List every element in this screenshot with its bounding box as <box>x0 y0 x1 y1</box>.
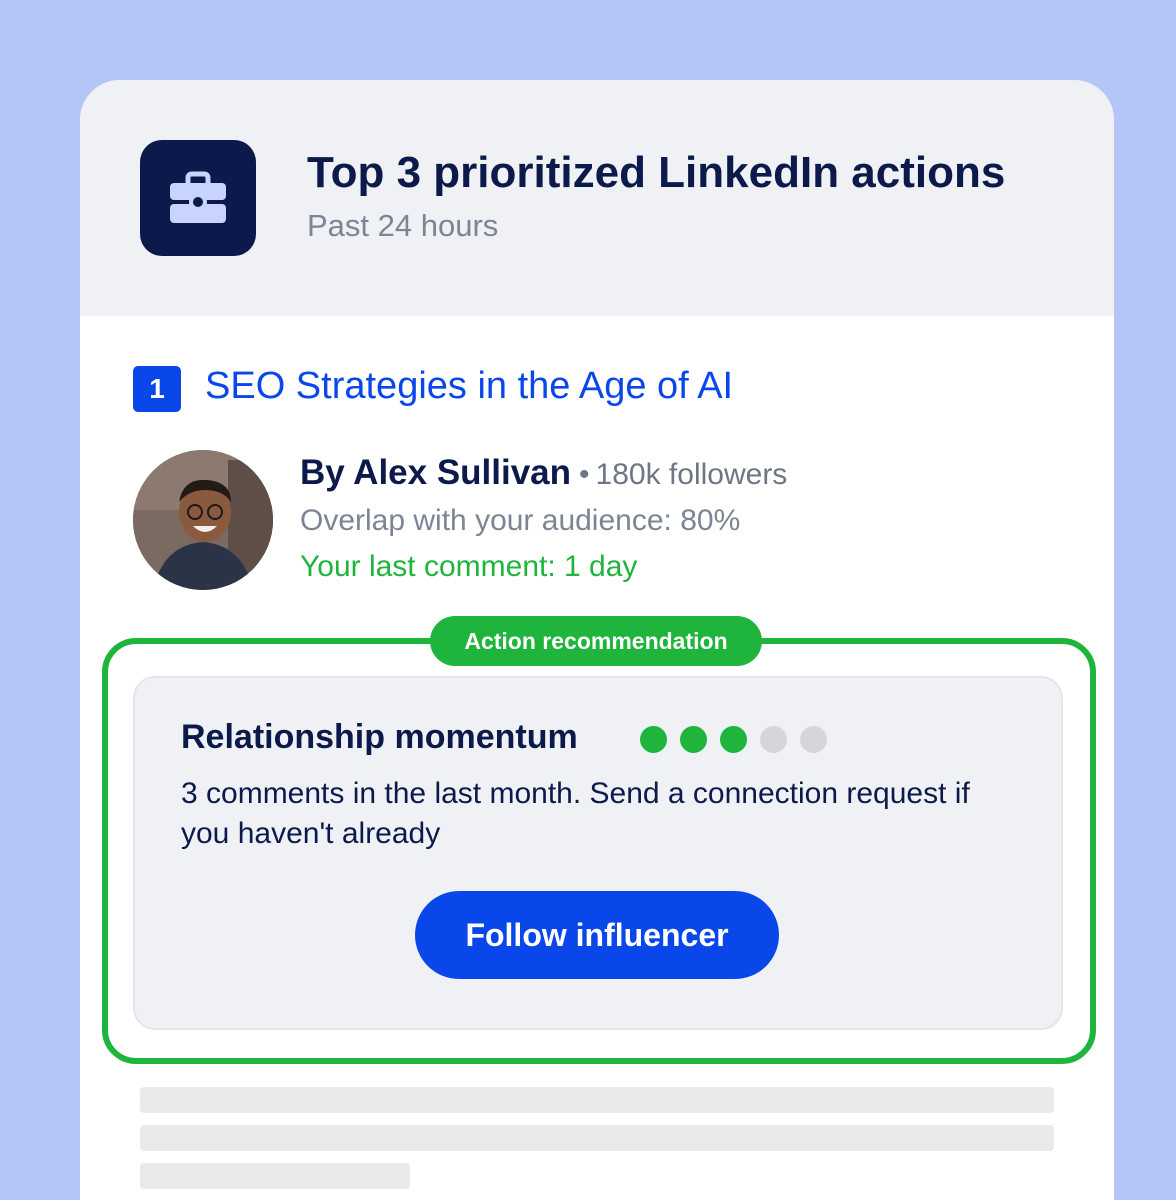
placeholder-line <box>140 1125 1054 1151</box>
separator-dot: • <box>579 458 590 491</box>
time-range-subtitle: Past 24 hours <box>307 208 499 243</box>
follower-count: 180k followers <box>595 458 788 491</box>
last-comment: Your last comment: 1 day <box>300 550 638 583</box>
placeholder-line <box>140 1163 410 1189</box>
action-recommendation-label: Action recommendation <box>430 616 762 666</box>
author-line: By Alex Sullivan • 180k followers <box>300 453 787 493</box>
briefcase-icon <box>140 140 256 256</box>
post-title-link[interactable]: SEO Strategies in the Age of AI <box>205 365 733 408</box>
momentum-dot-filled <box>640 726 667 753</box>
follow-influencer-button[interactable]: Follow influencer <box>415 891 779 979</box>
card-title: Top 3 prioritized LinkedIn actions <box>307 148 1006 197</box>
momentum-dot-empty <box>800 726 827 753</box>
audience-overlap: Overlap with your audience: 80% <box>300 504 741 537</box>
momentum-dot-empty <box>760 726 787 753</box>
author-name[interactable]: By Alex Sullivan <box>300 453 571 492</box>
avatar[interactable] <box>133 450 273 590</box>
rank-badge: 1 <box>133 366 181 412</box>
placeholder-line <box>140 1087 1054 1113</box>
momentum-rating <box>640 726 827 753</box>
momentum-dot-filled <box>680 726 707 753</box>
momentum-title: Relationship momentum <box>181 718 578 756</box>
momentum-dot-filled <box>720 726 747 753</box>
actions-card: Top 3 prioritized LinkedIn actions Past … <box>80 80 1114 1200</box>
card-header: Top 3 prioritized LinkedIn actions Past … <box>80 80 1114 316</box>
recommendation-panel: Relationship momentum 3 comments in the … <box>133 676 1063 1030</box>
recommendation-description: 3 comments in the last month. Send a con… <box>181 777 970 850</box>
